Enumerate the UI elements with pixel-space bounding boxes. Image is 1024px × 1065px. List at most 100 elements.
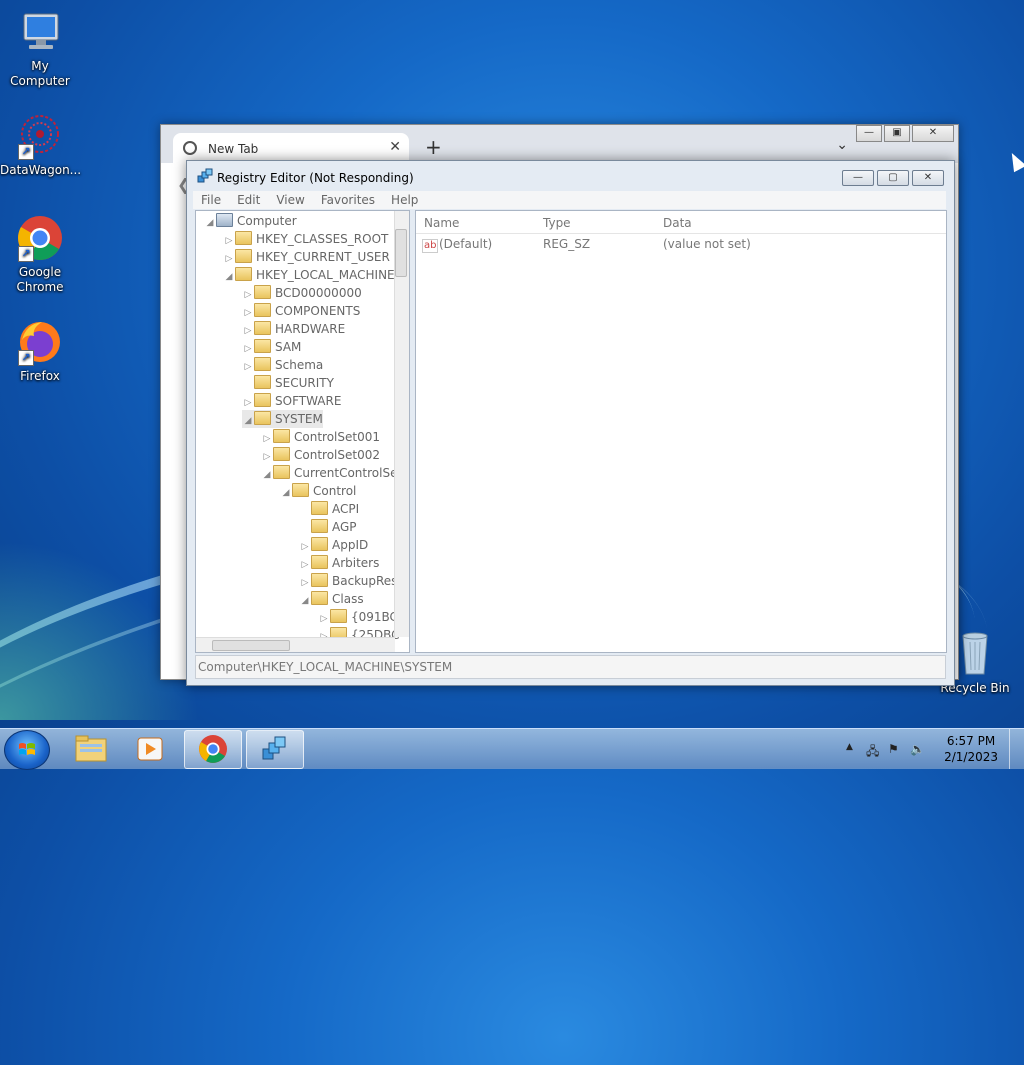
show-hidden-icons-icon[interactable]: ▲ xyxy=(846,742,853,752)
tree-node[interactable]: ▷ ControlSet002 xyxy=(261,446,380,464)
collapsed-arrow-icon[interactable]: ▷ xyxy=(242,358,254,376)
shortcut-arrow-icon: ↗ xyxy=(18,246,34,262)
tree-node[interactable]: SECURITY xyxy=(242,374,334,392)
desktop-icon-datawagon[interactable]: ↗ DataWagon... xyxy=(0,112,81,178)
tree-node[interactable]: ▷ AppID xyxy=(299,536,368,554)
collapsed-arrow-icon[interactable]: ▷ xyxy=(223,250,235,268)
tree-node[interactable]: ▷ HKEY_CURRENT_USER xyxy=(223,248,390,266)
key-tree[interactable]: ▷{25DBC▷{091BC5◢Class▷BackupRestore▷Arbi… xyxy=(195,210,410,653)
menu-view[interactable]: View xyxy=(268,191,312,209)
tree-node[interactable]: ▷ ControlSet001 xyxy=(261,428,380,446)
tree-node-label: SECURITY xyxy=(275,376,334,390)
tree-node[interactable]: ◢ SYSTEM xyxy=(242,410,323,428)
collapsed-arrow-icon[interactable]: ▷ xyxy=(299,556,311,574)
collapsed-arrow-icon[interactable]: ▷ xyxy=(242,304,254,322)
taskbar-chrome[interactable] xyxy=(184,730,242,769)
expanded-arrow-icon[interactable]: ◢ xyxy=(223,268,235,286)
registry-editor-window[interactable]: Registry Editor (Not Responding) — ▢ ✕ F… xyxy=(186,160,955,686)
collapsed-arrow-icon[interactable]: ▷ xyxy=(318,610,330,628)
menu-favorites[interactable]: Favorites xyxy=(313,191,383,209)
column-header-data[interactable]: Data xyxy=(663,216,692,230)
tree-node[interactable]: ▷ Schema xyxy=(242,356,323,374)
tree-node-label: HKEY_CLASSES_ROOT xyxy=(256,232,389,246)
tree-node[interactable]: ▷ COMPONENTS xyxy=(242,302,360,320)
column-header-type[interactable]: Type xyxy=(543,216,571,230)
folder-icon xyxy=(254,375,271,389)
tree-node[interactable]: ▷ SOFTWARE xyxy=(242,392,341,410)
taskbar-media-player[interactable] xyxy=(122,730,178,767)
tree-node[interactable]: ◢ Computer xyxy=(204,212,297,230)
maximize-icon[interactable]: ▣ xyxy=(884,125,910,142)
close-icon[interactable]: ✕ xyxy=(912,125,954,142)
collapsed-arrow-icon[interactable]: ▷ xyxy=(242,322,254,340)
start-button[interactable] xyxy=(4,730,50,770)
taskbar: ▲ 🖧 ⚑ 🔈 6:57 PM 2/1/2023 xyxy=(0,728,1024,770)
expanded-arrow-icon[interactable]: ◢ xyxy=(204,214,216,232)
expanded-arrow-icon[interactable]: ◢ xyxy=(280,484,292,502)
column-header-name[interactable]: Name xyxy=(424,216,459,230)
tree-node-label: AppID xyxy=(332,538,369,552)
collapsed-arrow-icon[interactable]: ▷ xyxy=(223,232,235,250)
menu-file[interactable]: File xyxy=(193,191,229,209)
tab-search-chevron-icon[interactable]: ⌄ xyxy=(836,137,848,153)
tree-node[interactable]: ◢ Control xyxy=(280,482,356,500)
folder-icon xyxy=(292,483,309,497)
tree-node-label: HKEY_LOCAL_MACHINE xyxy=(256,268,395,282)
maximize-icon[interactable]: ▢ xyxy=(877,170,909,186)
folder-icon xyxy=(235,231,252,245)
collapsed-arrow-icon[interactable]: ▷ xyxy=(242,340,254,358)
tree-node[interactable]: ▷ SAM xyxy=(242,338,301,356)
tree-horizontal-scrollbar[interactable] xyxy=(196,637,395,652)
title-bar[interactable]: Registry Editor (Not Responding) — ▢ ✕ xyxy=(187,161,954,189)
tab-close-icon[interactable]: ✕ xyxy=(389,139,401,155)
collapsed-arrow-icon[interactable]: ▷ xyxy=(299,538,311,556)
close-icon[interactable]: ✕ xyxy=(912,170,944,186)
minimize-icon[interactable]: — xyxy=(856,125,882,142)
value-row[interactable]: ab (Default) REG_SZ (value not set) xyxy=(416,237,946,255)
scrollbar-thumb[interactable] xyxy=(212,640,290,651)
tree-node[interactable]: ▷ HARDWARE xyxy=(242,320,345,338)
tree-vertical-scrollbar[interactable] xyxy=(394,211,409,637)
clock[interactable]: 6:57 PM 2/1/2023 xyxy=(944,733,998,765)
computer-icon xyxy=(216,213,233,227)
string-value-icon: ab xyxy=(422,239,439,253)
collapsed-arrow-icon[interactable]: ▷ xyxy=(261,430,273,448)
tree-node[interactable]: ◢ Class xyxy=(299,590,364,608)
scrollbar-thumb[interactable] xyxy=(395,229,407,277)
minimize-icon[interactable]: — xyxy=(842,170,874,186)
collapsed-arrow-icon[interactable]: ▷ xyxy=(242,394,254,412)
taskbar-explorer[interactable] xyxy=(62,730,118,767)
taskbar-registry-editor[interactable] xyxy=(246,730,304,769)
collapsed-arrow-icon[interactable]: ▷ xyxy=(242,286,254,304)
values-list[interactable]: Name Type Data ab (Default) REG_SZ (valu… xyxy=(415,210,947,653)
firefox-icon: ↗ xyxy=(16,318,64,366)
new-tab-button[interactable]: + xyxy=(425,135,442,159)
collapsed-arrow-icon[interactable]: ▷ xyxy=(261,448,273,466)
tree-node-label: AGP xyxy=(332,520,357,534)
expanded-arrow-icon[interactable]: ◢ xyxy=(299,592,311,610)
tree-node[interactable]: ▷ BCD00000000 xyxy=(242,284,362,302)
tree-node[interactable]: ▷ Arbiters xyxy=(299,554,379,572)
tree-node-label: COMPONENTS xyxy=(275,304,361,318)
desktop-icon-google-chrome[interactable]: ↗ Google Chrome xyxy=(0,214,80,295)
tree-node-label: HKEY_CURRENT_USER xyxy=(256,250,390,264)
desktop-icon-my-computer[interactable]: My Computer xyxy=(0,8,80,89)
chrome-tab-new-tab[interactable]: New Tab ✕ xyxy=(173,133,409,163)
tree-node[interactable]: AGP xyxy=(299,518,357,536)
volume-icon[interactable]: 🔈 xyxy=(910,742,925,756)
tree-node[interactable]: ▷ HKEY_CLASSES_ROOT xyxy=(223,230,388,248)
network-icon[interactable]: 🖧 xyxy=(866,742,879,763)
menu-edit[interactable]: Edit xyxy=(229,191,268,209)
menu-help[interactable]: Help xyxy=(383,191,426,209)
tree-node[interactable]: ◢ CurrentControlSet xyxy=(261,464,402,482)
desktop-icon-firefox[interactable]: ↗ Firefox xyxy=(0,318,80,384)
action-center-flag-icon[interactable]: ⚑ xyxy=(888,742,899,756)
collapsed-arrow-icon[interactable]: ▷ xyxy=(299,574,311,592)
expanded-arrow-icon[interactable]: ◢ xyxy=(261,466,273,484)
tree-node[interactable]: ▷ {091BC5 xyxy=(318,608,406,626)
tree-node[interactable]: ACPI xyxy=(299,500,359,518)
tree-node[interactable]: ◢ HKEY_LOCAL_MACHINE xyxy=(223,266,395,284)
expanded-arrow-icon[interactable]: ◢ xyxy=(242,412,254,430)
show-desktop-button[interactable] xyxy=(1009,729,1024,769)
folder-icon xyxy=(254,393,271,407)
